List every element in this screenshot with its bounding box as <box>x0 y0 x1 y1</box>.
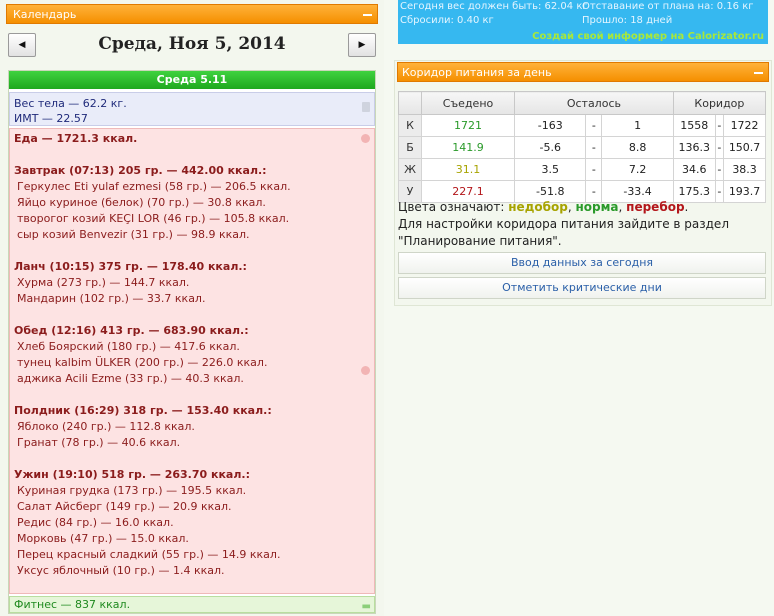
food-total: Еда — 1721.3 ккал. <box>14 132 138 145</box>
input-today-button[interactable]: Ввод данных за сегодня <box>398 252 766 274</box>
corridor-table: Съедено Осталось Коридор К 1721 -163 - 1… <box>398 91 767 203</box>
minimize-icon[interactable] <box>754 72 763 74</box>
weight-block[interactable]: Вес тела — 62.2 кг. ИМТ — 22.57 <box>9 92 375 126</box>
informer-link[interactable]: Создай свой информер на Calorizator.ru <box>532 30 764 44</box>
table-row: Ж 31.1 3.5 - 7.2 34.6 - 38.3 <box>398 158 766 181</box>
meal-title: Полдник (16:29) 318 гр. — 153.40 ккал.: <box>14 404 272 417</box>
column-header-remaining: Осталось <box>514 91 674 115</box>
legend-prefix: Цвета означают: <box>398 200 505 214</box>
remaining-from: 3.5 <box>513 158 587 181</box>
corridor-to: 150.7 <box>723 136 766 159</box>
legend-norm: норма <box>575 200 619 214</box>
date-title: Среда, Ноя 5, 2014 <box>98 34 286 54</box>
row-label: К <box>398 114 422 137</box>
legend-line: Цвета означают: недобор, норма, перебор. <box>398 200 689 214</box>
day-header[interactable]: Среда 5.11 <box>9 71 375 89</box>
apple-icon <box>361 366 370 375</box>
table-row: Б 141.9 -5.6 - 8.8 136.3 - 150.7 <box>398 136 766 159</box>
column-header-corridor: Коридор <box>672 91 767 115</box>
remaining-from: -163 <box>513 114 587 137</box>
corridor-note-line2: "Планирование питания". <box>398 234 562 248</box>
food-item: Гранат (78 гр.) — 40.6 ккал. <box>17 436 181 449</box>
weight-line: Вес тела — 62.2 кг. <box>14 97 127 110</box>
corridor-from: 1558 <box>672 114 716 137</box>
day-summary: Среда 5.11 Вес тела — 62.2 кг. ИМТ — 22.… <box>8 70 376 614</box>
minimize-icon[interactable] <box>363 14 372 16</box>
informer-lag: Отставание от плана на: 0.16 кг <box>582 1 754 12</box>
meal-title: Обед (12:16) 413 гр. — 683.90 ккал.: <box>14 324 249 337</box>
food-item: Куриная грудка (173 гр.) — 195.5 ккал. <box>17 484 247 497</box>
remaining-from: -5.6 <box>513 136 587 159</box>
remaining-to: 1 <box>601 114 674 137</box>
remaining-to: 8.8 <box>601 136 674 159</box>
corridor-from: 34.6 <box>672 158 716 181</box>
food-block[interactable]: Еда — 1721.3 ккал. Завтрак (07:13) 205 г… <box>9 128 375 594</box>
food-item: Хурма (273 гр.) — 144.7 ккал. <box>17 276 190 289</box>
corridor-to: 38.3 <box>723 158 766 181</box>
range-dash: - <box>714 136 725 159</box>
table-header-empty <box>398 91 422 115</box>
informer-target-weight: Сегодня вес должен быть: 62.04 кг <box>400 1 588 12</box>
corridor-note-line1: Для настройки коридора питания зайдите в… <box>398 217 729 231</box>
informer-days: Прошло: 18 дней <box>582 15 673 26</box>
calendar-panel-title: Календарь <box>13 8 77 21</box>
meal-title: Завтрак (07:13) 205 гр. — 442.00 ккал.: <box>14 164 267 177</box>
food-item: аджика Acili Ezme (33 гр.) — 40.3 ккал. <box>17 372 244 385</box>
legend-over: перебор <box>626 200 685 214</box>
color-legend: Цвета означают: недобор, норма, перебор.… <box>398 199 768 250</box>
food-item: Яблоко (240 гр.) — 112.8 ккал. <box>17 420 195 433</box>
apple-icon <box>361 134 370 143</box>
food-item: Перец красный сладкий (55 гр.) — 14.9 кк… <box>17 548 281 561</box>
prev-day-button[interactable]: ◀ <box>8 33 36 57</box>
eaten-value: 31.1 <box>421 158 515 181</box>
row-label: Б <box>398 136 422 159</box>
informer-lost: Сбросили: 0.40 кг <box>400 15 494 26</box>
remaining-to: 7.2 <box>601 158 674 181</box>
food-item: Мандарин (102 гр.) — 33.7 ккал. <box>17 292 206 305</box>
date-navigation: ◀ Среда, Ноя 5, 2014 ▶ <box>6 30 378 64</box>
table-row: К 1721 -163 - 1 1558 - 1722 <box>398 114 766 137</box>
range-dash: - <box>714 114 725 137</box>
meal-title: Ланч (10:15) 375 гр. — 178.40 ккал.: <box>14 260 247 273</box>
range-dash: - <box>585 158 603 181</box>
corridor-from: 136.3 <box>672 136 716 159</box>
fitness-total: Фитнес — 837 ккал. <box>14 598 131 611</box>
table-header-row: Съедено Осталось Коридор <box>398 91 767 115</box>
food-item: Редис (84 гр.) — 16.0 ккал. <box>17 516 174 529</box>
mark-critical-days-button[interactable]: Отметить критические дни <box>398 277 766 299</box>
food-item: Хлеб Боярский (180 гр.) — 417.6 ккал. <box>17 340 240 353</box>
range-dash: - <box>585 136 603 159</box>
left-column: Календарь ◀ Среда, Ноя 5, 2014 ▶ Среда 5… <box>0 0 384 616</box>
food-item: Салат Айсберг (149 гр.) — 20.9 ккал. <box>17 500 232 513</box>
food-item: творогог козий KEÇI LOR (46 гр.) — 105.8… <box>17 212 290 225</box>
range-dash: - <box>585 114 603 137</box>
corridor-to: 1722 <box>723 114 766 137</box>
row-label: Ж <box>398 158 422 181</box>
food-item: Яйцо куриное (белок) (70 гр.) — 30.8 кка… <box>17 196 266 209</box>
weight-informer: Сегодня вес должен быть: 62.04 кг Отстав… <box>398 0 768 44</box>
food-item: Геркулес Eti yulaf ezmesi (58 гр.) — 206… <box>17 180 291 193</box>
next-day-button[interactable]: ▶ <box>348 33 376 57</box>
corridor-panel-title: Коридор питания за день <box>402 66 552 79</box>
corridor-panel: Коридор питания за день Съедено Осталось… <box>394 60 772 306</box>
dumbbell-icon: ▬ <box>361 601 371 612</box>
food-item: тунец kalbim ÜLKER (200 гр.) — 226.0 кка… <box>17 356 268 369</box>
meal-title: Ужин (19:10) 518 гр. — 263.70 ккал.: <box>14 468 250 481</box>
scale-icon <box>362 102 370 112</box>
range-dash: - <box>714 158 725 181</box>
fitness-block[interactable]: Фитнес — 837 ккал. ▬ <box>9 596 375 613</box>
legend-under: недобор <box>508 200 568 214</box>
eaten-value: 1721 <box>421 114 515 137</box>
calendar-panel-header[interactable]: Календарь <box>6 4 378 24</box>
bmi-line: ИМТ — 22.57 <box>14 112 88 125</box>
corridor-panel-header[interactable]: Коридор питания за день <box>397 62 769 82</box>
column-header-eaten: Съедено <box>421 91 515 115</box>
food-item: Уксус яблочный (10 гр.) — 1.4 ккал. <box>17 564 225 577</box>
food-item: сыр козий Benvezir (31 гр.) — 98.9 ккал. <box>17 228 250 241</box>
food-item: Морковь (47 гр.) — 15.0 ккал. <box>17 532 189 545</box>
eaten-value: 141.9 <box>421 136 515 159</box>
